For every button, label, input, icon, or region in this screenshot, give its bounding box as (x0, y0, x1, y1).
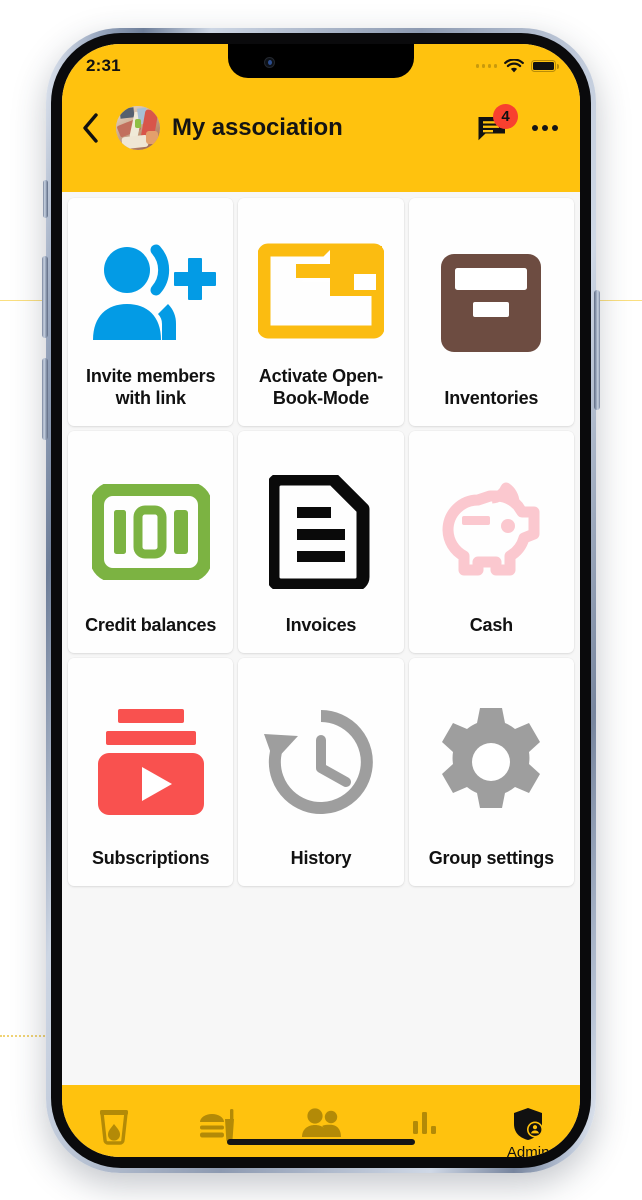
tile-icon-slot (74, 676, 227, 848)
person-add-voice-icon (92, 244, 216, 341)
tile-group-settings[interactable]: Group settings (408, 658, 574, 886)
admin-dashboard-body: Invite members with link Activate Open-B… (62, 192, 580, 1085)
tile-cash[interactable]: Cash (408, 431, 574, 653)
navigation-app-bar: My association 4 (62, 92, 580, 164)
admin-action-grid-row-3: Subscriptions History Group settings (66, 658, 576, 886)
home-indicator[interactable] (227, 1139, 415, 1145)
messages-button[interactable]: 4 (474, 104, 518, 146)
tile-icon-slot (74, 449, 227, 615)
status-icon-group (475, 58, 559, 74)
banknote-100-icon (91, 484, 210, 581)
bottom-navigation-bar: Admin (62, 1085, 580, 1157)
screenshot-stage: 2:31 My association 4 Invite members wit… (0, 0, 642, 1200)
back-chevron-icon[interactable] (76, 110, 104, 146)
tile-label: History (290, 848, 352, 869)
status-clock: 2:31 (86, 56, 121, 75)
tile-label: Inventories (444, 388, 539, 409)
volume-up-button[interactable] (42, 256, 48, 338)
tile-label: Group settings (428, 848, 554, 869)
mute-switch-button[interactable] (43, 180, 48, 218)
tile-invoices[interactable]: Invoices (238, 431, 404, 653)
bar-chart-icon (412, 1112, 436, 1134)
phone-device-frame: 2:31 My association 4 Invite members wit… (42, 28, 600, 1173)
more-horizontal-icon[interactable] (528, 111, 562, 145)
tile-icon-slot (244, 216, 397, 366)
status-bar: 2:31 (62, 44, 580, 84)
tile-label: Invoices (285, 615, 357, 636)
tile-icon-slot (244, 676, 397, 848)
wifi-icon (504, 58, 524, 72)
tile-icon-slot (415, 676, 568, 848)
phone-screen: 2:31 My association 4 Invite members wit… (62, 44, 580, 1157)
group-avatar-photo[interactable] (116, 106, 160, 150)
subscriptions-play-icon (97, 709, 204, 816)
tile-icon-slot (415, 216, 568, 388)
admin-shield-person-icon (514, 1108, 544, 1140)
page-title: My association (172, 114, 343, 141)
piggy-bank-icon (442, 482, 540, 576)
archive-box-icon (441, 254, 542, 353)
admin-action-grid: Invite members with link Activate Open-B… (66, 198, 576, 426)
tile-label: Activate Open-Book-Mode (258, 366, 384, 409)
document-lines-icon (268, 475, 370, 590)
folder-open-icon (257, 243, 384, 339)
tile-label: Subscriptions (91, 848, 210, 869)
volume-down-button[interactable] (42, 358, 48, 440)
tile-icon-slot (415, 449, 568, 615)
tile-label: Credit balances (85, 615, 217, 636)
tile-subscriptions[interactable]: Subscriptions (68, 658, 234, 886)
tile-credit-balances[interactable]: Credit balances (68, 431, 234, 653)
tile-label: Cash (469, 615, 513, 636)
signal-dots-icon (475, 64, 497, 68)
nav-item-members[interactable] (269, 1107, 373, 1142)
tile-icon-slot (74, 216, 227, 366)
history-clock-icon (263, 710, 373, 814)
app-header: 2:31 My association 4 (62, 44, 580, 192)
drink-cup-icon (99, 1110, 128, 1145)
tile-history[interactable]: History (238, 658, 404, 886)
nav-item-statistics[interactable] (373, 1107, 477, 1140)
power-button[interactable] (594, 290, 600, 410)
tile-icon-slot (244, 449, 397, 615)
people-group-icon (301, 1108, 341, 1137)
messages-unread-badge: 4 (493, 104, 518, 129)
admin-action-grid-row-2: Credit balances Invoices Cash (66, 431, 576, 653)
tile-invite-members[interactable]: Invite members with link (68, 198, 234, 426)
tile-label: Invite members with link (86, 366, 216, 409)
tile-activate-open-book-mode[interactable]: Activate Open-Book-Mode (238, 198, 404, 426)
tile-inventories[interactable]: Inventories (408, 198, 574, 426)
battery-full-icon (531, 60, 559, 72)
gear-icon (442, 708, 541, 809)
